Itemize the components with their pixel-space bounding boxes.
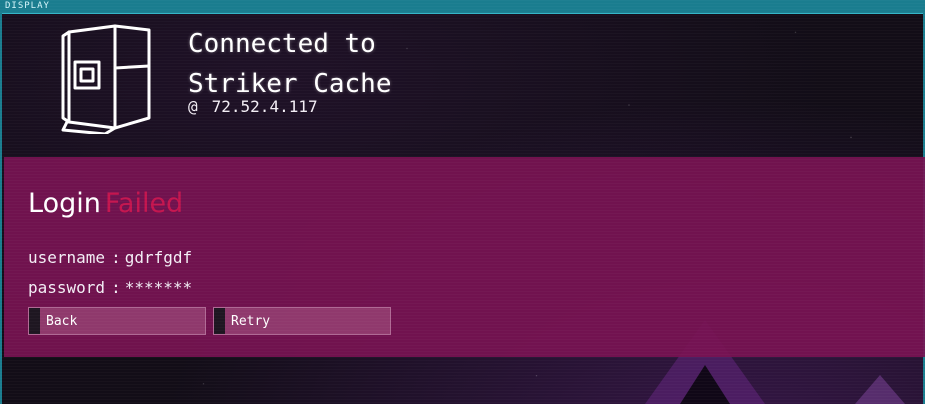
connection-title: Connected to Striker Cache: [188, 24, 392, 104]
computer-tower-icon: [61, 24, 151, 134]
window-border-left: [0, 13, 2, 404]
window-title: DISPLAY: [5, 1, 50, 11]
password-label: password: [28, 278, 106, 297]
display-window: DISPLAY Connected to Striker Cache @72.5…: [0, 0, 925, 404]
connection-address: @72.52.4.117: [188, 97, 318, 116]
password-separator: :: [111, 278, 121, 297]
login-heading-label: Login: [28, 188, 101, 219]
title-bar[interactable]: DISPLAY: [0, 0, 925, 14]
back-button[interactable]: Back: [28, 307, 206, 335]
back-button-label: Back: [46, 314, 78, 329]
connection-title-line1: Connected to: [188, 29, 376, 59]
login-panel: Login Failed username: gdrfgdf password: **…: [4, 157, 925, 357]
username-separator: :: [111, 248, 121, 267]
back-button-accent: [29, 308, 40, 334]
login-heading: Login Failed: [28, 187, 183, 221]
username-row: username: gdrfgdf: [28, 248, 192, 267]
retry-button-accent: [214, 308, 225, 334]
password-value: *******: [124, 278, 193, 297]
login-status: Failed: [104, 188, 184, 219]
password-row: password: *******: [28, 278, 192, 297]
ip-address: 72.52.4.117: [211, 97, 318, 116]
retry-button-label: Retry: [231, 314, 271, 329]
username-label: username: [28, 248, 106, 267]
at-symbol: @: [188, 97, 198, 116]
retry-button[interactable]: Retry: [213, 307, 391, 335]
username-value: gdrfgdf: [124, 248, 193, 267]
